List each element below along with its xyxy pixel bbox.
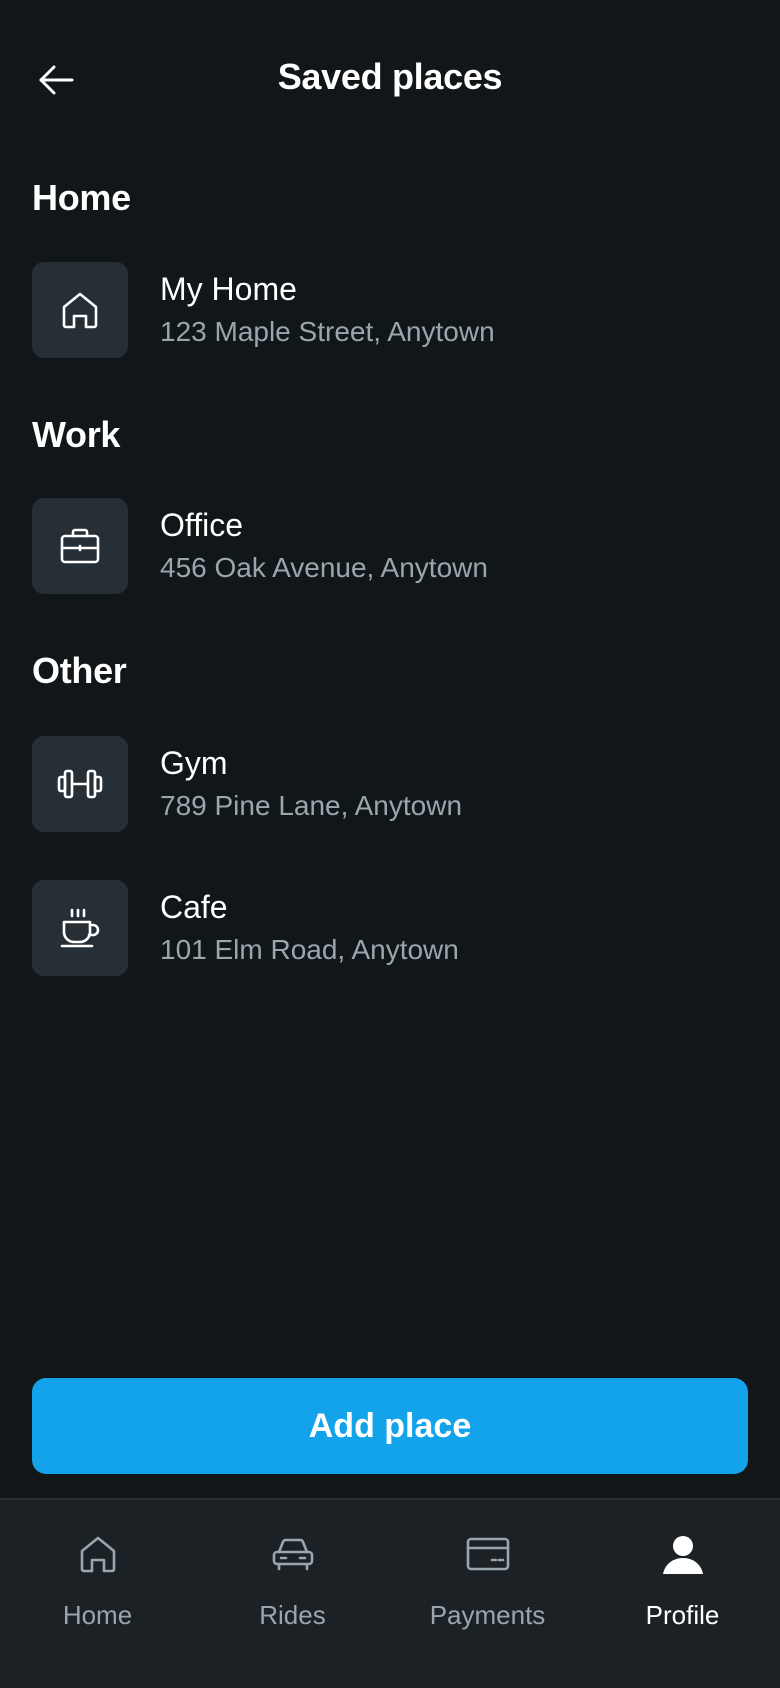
- credit-card-icon: [466, 1537, 509, 1571]
- place-icon-box: [32, 736, 128, 832]
- nav-label: Profile: [645, 1600, 720, 1630]
- section-title-work: Work: [32, 414, 121, 455]
- home-icon: [80, 1536, 115, 1573]
- section-title-other: Other: [32, 650, 127, 691]
- place-address: 789 Pine Lane, Anytown: [160, 790, 463, 821]
- user-icon: [662, 1536, 703, 1574]
- house-icon: [62, 292, 98, 329]
- page-title: Saved places: [277, 56, 503, 97]
- nav-label: Payments: [429, 1600, 546, 1630]
- place-name: Gym: [160, 745, 228, 781]
- nav-label: Rides: [259, 1600, 326, 1630]
- nav-item-profile[interactable]: Profile: [585, 1500, 780, 1688]
- place-name: My Home: [160, 271, 297, 307]
- place-item-gym[interactable]: Gym 789 Pine Lane, Anytown: [32, 736, 748, 832]
- place-address: 456 Oak Avenue, Anytown: [160, 552, 488, 583]
- place-icon-box: [32, 262, 128, 358]
- coffee-cup-icon: [60, 908, 100, 948]
- place-item-cafe[interactable]: Cafe 101 Elm Road, Anytown: [32, 880, 748, 976]
- place-icon-box: [32, 498, 128, 594]
- briefcase-icon: [60, 528, 100, 564]
- nav-item-home[interactable]: Home: [0, 1500, 195, 1688]
- top-bar: Saved places: [0, 0, 780, 160]
- place-item-my-home[interactable]: My Home 123 Maple Street, Anytown: [32, 262, 748, 358]
- car-icon: [272, 1538, 313, 1571]
- bottom-nav: Home Rides Payments Profile: [0, 1498, 780, 1688]
- add-place-button[interactable]: Add place: [32, 1378, 748, 1474]
- place-item-office[interactable]: Office 456 Oak Avenue, Anytown: [32, 498, 748, 594]
- section-title-home: Home: [32, 177, 131, 218]
- place-icon-box: [32, 880, 128, 976]
- nav-item-payments[interactable]: Payments: [390, 1500, 585, 1688]
- place-address: 101 Elm Road, Anytown: [160, 934, 459, 965]
- place-address: 123 Maple Street, Anytown: [160, 316, 495, 347]
- saved-places-screen: Saved places Home My Home 123 Maple Stre…: [0, 0, 780, 1688]
- place-name: Cafe: [160, 889, 228, 925]
- place-name: Office: [160, 507, 243, 543]
- nav-label: Home: [62, 1600, 133, 1630]
- dumbbell-icon: [57, 769, 103, 799]
- nav-item-rides[interactable]: Rides: [195, 1500, 390, 1688]
